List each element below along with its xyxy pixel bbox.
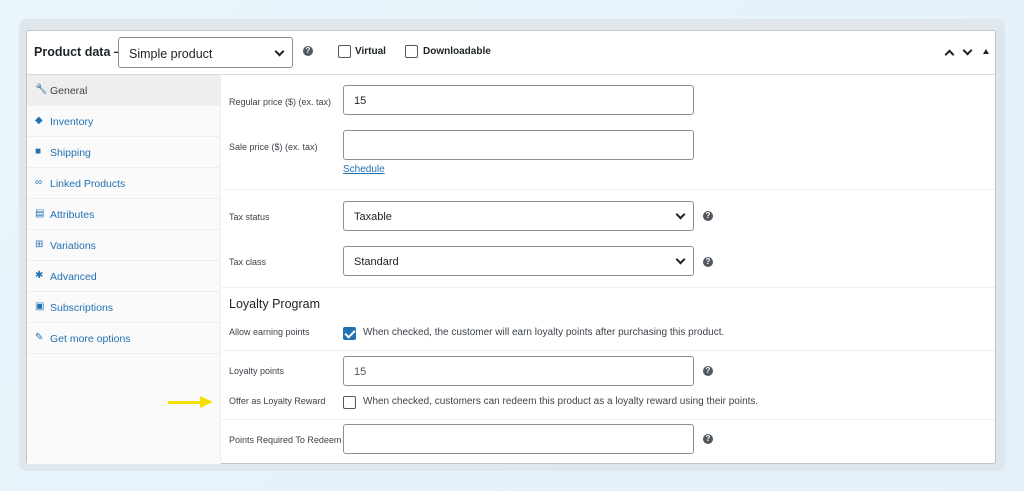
regular-price-label: Regular price ($) (ex. tax) xyxy=(229,97,332,107)
tab-inventory[interactable]: ◆ Inventory xyxy=(27,106,221,137)
tab-label: Shipping xyxy=(50,147,91,159)
wrench-icon: 🔧 xyxy=(35,84,48,95)
help-icon[interactable]: ? xyxy=(703,211,713,221)
sale-price-input[interactable] xyxy=(343,130,694,160)
help-icon[interactable]: ? xyxy=(303,46,313,56)
loyalty-points-input[interactable]: 15 xyxy=(343,356,694,386)
collapse-toggle-icon[interactable] xyxy=(983,49,989,54)
loyalty-program-title: Loyalty Program xyxy=(229,297,321,311)
truck-icon: ■ xyxy=(35,146,42,157)
downloadable-checkbox[interactable] xyxy=(405,45,418,58)
divider xyxy=(222,350,995,351)
tab-subscriptions[interactable]: ▣ Subscriptions xyxy=(27,292,221,323)
grid-icon: ⊞ xyxy=(35,239,44,250)
tab-label: Subscriptions xyxy=(50,302,114,314)
tab-shipping[interactable]: ■ Shipping xyxy=(27,137,221,168)
product-data-tabs: 🔧 General ◆ Inventory ■ Shipping ∞ Linked Produ… xyxy=(27,75,221,464)
move-up-icon[interactable] xyxy=(944,49,955,60)
tax-class-label: Tax class xyxy=(229,257,267,267)
tag-icon: ◆ xyxy=(35,115,43,126)
offer-reward-description: When checked, customers can redeem this … xyxy=(363,396,759,407)
plugin-icon: ✎ xyxy=(35,332,44,343)
tab-variations[interactable]: ⊞ Variations xyxy=(27,230,221,261)
tax-class-value: Standard xyxy=(354,256,399,268)
move-down-icon[interactable] xyxy=(962,45,973,56)
schedule-link[interactable]: Schedule xyxy=(343,164,385,175)
offer-reward-checkbox[interactable] xyxy=(343,396,356,409)
tab-label: Variations xyxy=(50,240,96,252)
tax-class-select[interactable]: Standard xyxy=(343,246,694,276)
tab-label: General xyxy=(50,85,88,97)
link-icon: ∞ xyxy=(35,177,43,188)
tax-status-value: Taxable xyxy=(354,211,392,223)
tax-status-label: Tax status xyxy=(229,212,270,222)
calendar-icon: ▣ xyxy=(35,301,45,312)
tab-label: Get more options xyxy=(50,333,131,345)
highlight-arrow-icon xyxy=(168,401,202,404)
divider xyxy=(222,287,995,288)
divider xyxy=(222,189,995,190)
tab-advanced[interactable]: ✱ Advanced xyxy=(27,261,221,292)
tab-label: Inventory xyxy=(50,116,94,128)
product-type-value: Simple product xyxy=(129,47,213,61)
tab-get-more-options[interactable]: ✎ Get more options xyxy=(27,323,221,354)
help-icon[interactable]: ? xyxy=(703,366,713,376)
product-data-panel: Product data — Simple product ? Virtual … xyxy=(26,30,996,464)
loyalty-points-label: Loyalty points xyxy=(229,366,285,376)
tab-label: Linked Products xyxy=(50,178,126,190)
help-icon[interactable]: ? xyxy=(703,257,713,267)
points-required-label: Points Required To Redeem xyxy=(229,435,342,445)
allow-earning-label: Allow earning points xyxy=(229,327,310,337)
sale-price-label: Sale price ($) (ex. tax) xyxy=(229,142,318,152)
virtual-checkbox[interactable] xyxy=(338,45,351,58)
loyalty-points-placeholder: 15 xyxy=(354,366,367,378)
help-icon[interactable]: ? xyxy=(703,434,713,444)
gear-icon: ✱ xyxy=(35,270,44,281)
highlight-arrow-head-icon xyxy=(200,396,213,408)
tab-linked-products[interactable]: ∞ Linked Products xyxy=(27,168,221,199)
divider xyxy=(222,419,995,420)
virtual-label: Virtual xyxy=(355,46,386,57)
chevron-down-icon xyxy=(274,46,285,57)
general-panel: Regular price ($) (ex. tax) 15 Sale pric… xyxy=(222,75,995,464)
offer-reward-label: Offer as Loyalty Reward xyxy=(229,396,326,406)
regular-price-value: 15 xyxy=(354,95,367,107)
product-data-header: Product data — Simple product ? Virtual … xyxy=(27,31,995,75)
chevron-down-icon xyxy=(675,209,686,220)
allow-earning-description: When checked, the customer will earn loy… xyxy=(363,327,725,338)
list-icon: ▤ xyxy=(35,208,45,219)
tab-general[interactable]: 🔧 General xyxy=(27,75,221,106)
tax-status-select[interactable]: Taxable xyxy=(343,201,694,231)
chevron-down-icon xyxy=(675,254,686,265)
allow-earning-checkbox[interactable] xyxy=(343,327,356,340)
downloadable-label: Downloadable xyxy=(423,46,491,57)
product-type-select[interactable]: Simple product xyxy=(118,37,293,68)
tab-label: Advanced xyxy=(50,271,97,283)
tab-attributes[interactable]: ▤ Attributes xyxy=(27,199,221,230)
points-required-input[interactable] xyxy=(343,424,694,454)
tab-label: Attributes xyxy=(50,209,95,221)
product-data-title: Product data — xyxy=(34,45,127,59)
regular-price-input[interactable]: 15 xyxy=(343,85,694,115)
